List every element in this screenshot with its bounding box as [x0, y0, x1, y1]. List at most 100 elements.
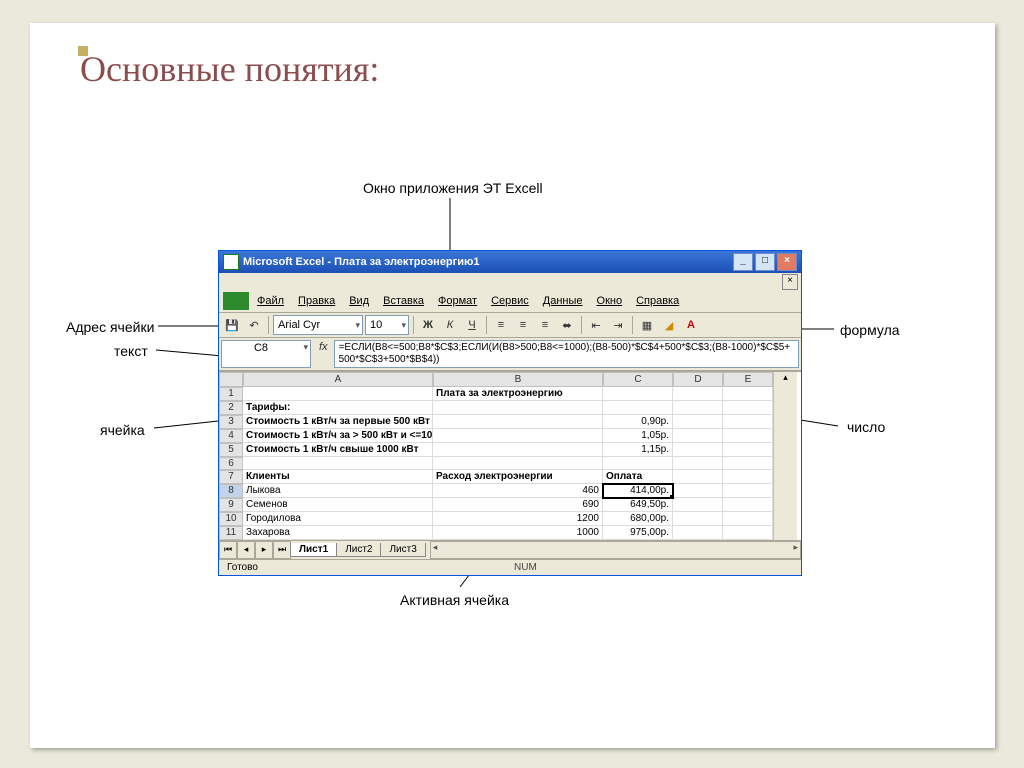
row-header[interactable]: 7	[219, 470, 243, 484]
column-header[interactable]: D	[673, 372, 723, 387]
cell[interactable]	[723, 484, 773, 498]
row-header[interactable]: 8	[219, 484, 243, 498]
cell[interactable]: Стоимость 1 кВт/ч за > 500 кВт и <=1000 …	[243, 429, 433, 443]
cell[interactable]	[673, 387, 723, 401]
cell[interactable]	[723, 415, 773, 429]
cell[interactable]: Расход электроэнергии	[433, 470, 603, 484]
undo-icon[interactable]: ↶	[244, 315, 264, 335]
cell[interactable]: 975,00р.	[603, 526, 673, 540]
cell[interactable]: Оплата	[603, 470, 673, 484]
vertical-scrollbar[interactable]	[773, 498, 797, 512]
cell[interactable]	[243, 387, 433, 401]
underline-button[interactable]: Ч	[462, 315, 482, 335]
cell[interactable]: Клиенты	[243, 470, 433, 484]
menu-tools[interactable]: Сервис	[485, 293, 535, 309]
cell[interactable]	[603, 387, 673, 401]
tab-nav-last[interactable]: ⏭	[273, 541, 291, 559]
vertical-scrollbar[interactable]	[773, 457, 797, 470]
column-header[interactable]: C	[603, 372, 673, 387]
cell[interactable]: Городилова	[243, 512, 433, 526]
cell[interactable]	[243, 457, 433, 470]
minimize-button[interactable]: _	[733, 253, 753, 271]
horizontal-scrollbar[interactable]	[430, 541, 801, 559]
cell[interactable]	[723, 401, 773, 415]
vertical-scrollbar[interactable]	[773, 429, 797, 443]
cell[interactable]: Семенов	[243, 498, 433, 512]
indent-increase-icon[interactable]: ⇥	[608, 315, 628, 335]
cell[interactable]: 0,90р.	[603, 415, 673, 429]
column-header[interactable]: B	[433, 372, 603, 387]
font-size-select[interactable]: 10	[365, 315, 409, 335]
vertical-scrollbar[interactable]	[773, 387, 797, 401]
sheet-tab-3[interactable]: Лист3	[380, 543, 425, 557]
cell[interactable]: Стоимость 1 кВт/ч свыше 1000 кВт	[243, 443, 433, 457]
cell[interactable]	[673, 484, 723, 498]
align-right-icon[interactable]: ≡	[535, 315, 555, 335]
row-header[interactable]: 9	[219, 498, 243, 512]
row-header[interactable]: 2	[219, 401, 243, 415]
indent-decrease-icon[interactable]: ⇤	[586, 315, 606, 335]
row-header[interactable]: 10	[219, 512, 243, 526]
cell[interactable]	[433, 429, 603, 443]
formula-input[interactable]: =ЕСЛИ(B8<=500;B8*$C$3;ЕСЛИ(И(B8>500;B8<=…	[334, 340, 799, 368]
row-header[interactable]: 5	[219, 443, 243, 457]
row-header[interactable]: 6	[219, 457, 243, 470]
cell[interactable]	[603, 457, 673, 470]
cell[interactable]	[673, 512, 723, 526]
menu-edit[interactable]: Правка	[292, 293, 341, 309]
cell[interactable]	[433, 401, 603, 415]
cell[interactable]	[673, 470, 723, 484]
cell[interactable]	[723, 387, 773, 401]
cell[interactable]: 414,00р.	[603, 484, 673, 498]
row-header[interactable]: 3	[219, 415, 243, 429]
font-color-icon[interactable]: A	[681, 315, 701, 335]
cell[interactable]: Стоимость 1 кВт/ч за первые 500 кВт	[243, 415, 433, 429]
doc-close-button[interactable]: ×	[782, 274, 798, 290]
cell[interactable]	[673, 443, 723, 457]
cell[interactable]	[723, 526, 773, 540]
sheet-tab-2[interactable]: Лист2	[336, 543, 381, 557]
cell[interactable]	[723, 470, 773, 484]
cell[interactable]: 1200	[433, 512, 603, 526]
font-name-select[interactable]: Arial Cyr	[273, 315, 363, 335]
vertical-scrollbar[interactable]	[773, 526, 797, 540]
cell[interactable]	[673, 415, 723, 429]
cell[interactable]	[433, 457, 603, 470]
cell[interactable]	[723, 429, 773, 443]
align-left-icon[interactable]: ≡	[491, 315, 511, 335]
menu-format[interactable]: Формат	[432, 293, 483, 309]
cell[interactable]: Тарифы:	[243, 401, 433, 415]
sheet-tab-1[interactable]: Лист1	[290, 543, 337, 557]
cell[interactable]	[433, 443, 603, 457]
tab-nav-first[interactable]: ⏮	[219, 541, 237, 559]
fx-label[interactable]: fx	[313, 338, 334, 370]
name-box[interactable]: C8	[221, 340, 311, 368]
column-header[interactable]: E	[723, 372, 773, 387]
bold-button[interactable]: Ж	[418, 315, 438, 335]
menu-insert[interactable]: Вставка	[377, 293, 430, 309]
cell[interactable]: Лыкова	[243, 484, 433, 498]
fill-color-icon[interactable]: ◢	[659, 315, 679, 335]
cell[interactable]	[673, 401, 723, 415]
cell[interactable]: 460	[433, 484, 603, 498]
vertical-scrollbar[interactable]	[773, 415, 797, 429]
cell[interactable]	[673, 498, 723, 512]
menu-help[interactable]: Справка	[630, 293, 685, 309]
select-all-corner[interactable]	[219, 372, 243, 387]
tab-nav-next[interactable]: ▸	[255, 541, 273, 559]
cell[interactable]	[723, 498, 773, 512]
row-header[interactable]: 1	[219, 387, 243, 401]
italic-button[interactable]: К	[440, 315, 460, 335]
cell[interactable]	[673, 429, 723, 443]
maximize-button[interactable]: □	[755, 253, 775, 271]
cell[interactable]: Плата за электроэнергию	[433, 387, 603, 401]
menu-data[interactable]: Данные	[537, 293, 589, 309]
borders-icon[interactable]: ▦	[637, 315, 657, 335]
cell[interactable]	[673, 526, 723, 540]
cell[interactable]: 1,15р.	[603, 443, 673, 457]
vertical-scrollbar[interactable]	[773, 443, 797, 457]
vertical-scrollbar[interactable]	[773, 470, 797, 484]
vertical-scrollbar[interactable]	[773, 512, 797, 526]
cell[interactable]	[723, 443, 773, 457]
menu-view[interactable]: Вид	[343, 293, 375, 309]
